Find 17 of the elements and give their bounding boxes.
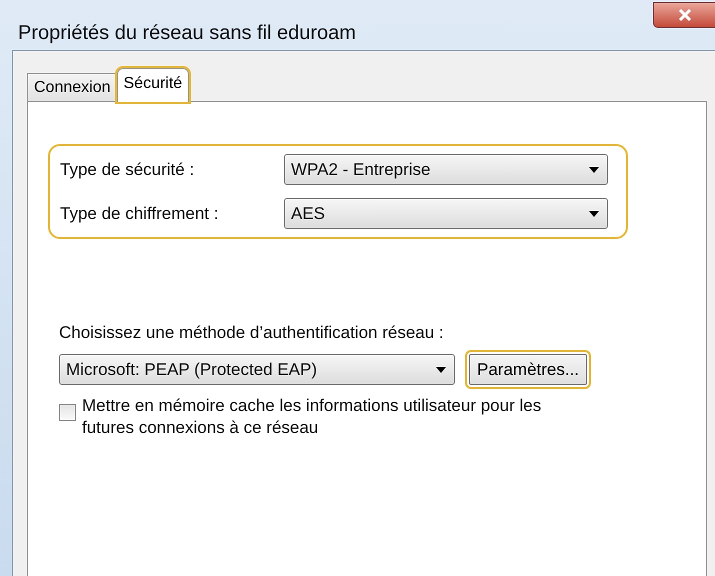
checkbox-label: Mettre en mémoire cache les informations utilisateur pour les futures connexions à ce réseau [82, 395, 542, 439]
dropdown-arrow-icon [589, 166, 599, 172]
field-label: Type de chiffrement : [60, 204, 220, 224]
tab[interactable]: Connexion [27, 73, 118, 101]
close-button[interactable] [653, 2, 715, 28]
dropdown-arrow-icon [436, 366, 446, 372]
window-title: Propriétés du réseau sans fil eduroam [17, 22, 356, 44]
field-label: Choisissez une méthode d’authentification réseau : [59, 323, 445, 343]
checkbox[interactable] [59, 404, 76, 421]
tab[interactable]: Sécurité [116, 68, 190, 102]
settings-button[interactable]: Paramètres... [465, 350, 592, 389]
close-icon [678, 9, 692, 21]
dropdown-arrow-icon [589, 210, 599, 216]
dropdown[interactable]: Microsoft: PEAP (Protected EAP) [59, 354, 455, 385]
dropdown[interactable]: AES [284, 198, 608, 229]
dropdown[interactable]: WPA2 - Entreprise [284, 154, 608, 185]
field-label: Type de sécurité : [60, 160, 196, 180]
